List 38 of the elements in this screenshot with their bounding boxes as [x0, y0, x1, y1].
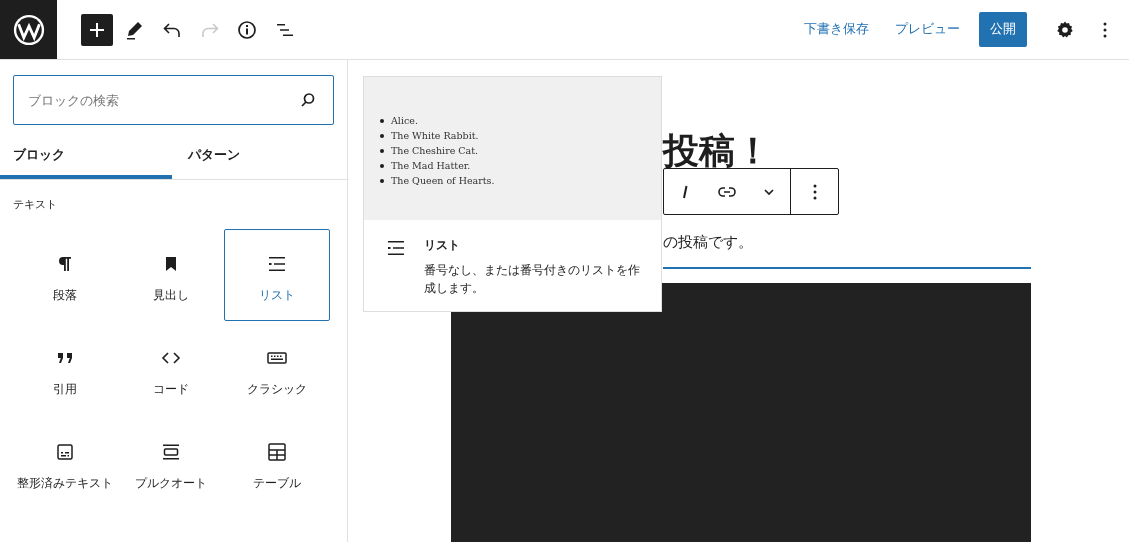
publish-button[interactable]: 公開: [979, 12, 1027, 47]
chevron-down-icon: [764, 188, 774, 195]
wordpress-logo[interactable]: [11, 12, 46, 47]
block-item[interactable]: 段落: [12, 229, 118, 321]
block-description: 番号なし、または番号付きのリストを作成します。: [424, 262, 641, 297]
paragraph-block[interactable]: の投稿です。: [663, 230, 1031, 269]
list-item: The Cheshire Cat.: [391, 144, 479, 158]
list-item: The White Rabbit.: [391, 129, 479, 143]
bullet-icon: [380, 163, 384, 168]
block-item[interactable]: クラシック: [224, 323, 330, 415]
list-item: The Mad Hatter.: [391, 159, 471, 173]
block-title: リスト: [424, 238, 461, 253]
block-item[interactable]: プルクオート: [118, 417, 224, 509]
list-item: Alice.: [391, 114, 418, 128]
block-item[interactable]: 整形済みテキスト: [12, 417, 118, 509]
block-item[interactable]: 見出し: [118, 229, 224, 321]
block-item[interactable]: テーブル: [224, 417, 330, 509]
bullet-icon: [380, 178, 384, 183]
bullet-icon: [380, 118, 384, 123]
tab[interactable]: パターン: [172, 131, 344, 179]
save-draft-button[interactable]: 下書き保存: [792, 13, 881, 46]
block-item[interactable]: 引用: [12, 323, 118, 415]
italic-icon: [682, 184, 688, 199]
list-item: The Queen of Hearts.: [391, 174, 495, 188]
more-vertical-icon: [1103, 21, 1107, 38]
category-label: テキスト: [13, 198, 58, 212]
post-title[interactable]: 投稿！: [663, 128, 1031, 172]
bullet-icon: [380, 148, 384, 153]
preview-button[interactable]: プレビュー: [882, 13, 972, 46]
tab[interactable]: ブロック: [0, 131, 172, 179]
block-item[interactable]: コード: [118, 323, 224, 415]
block-item[interactable]: リスト: [224, 229, 330, 321]
table-icon: [265, 440, 289, 464]
video-block[interactable]: [451, 283, 1031, 542]
search-field[interactable]: ブロックの検索: [13, 75, 334, 125]
more-vertical-icon: [812, 183, 817, 200]
toolbar-button[interactable]: [81, 13, 113, 46]
bullet-icon: [380, 133, 384, 138]
